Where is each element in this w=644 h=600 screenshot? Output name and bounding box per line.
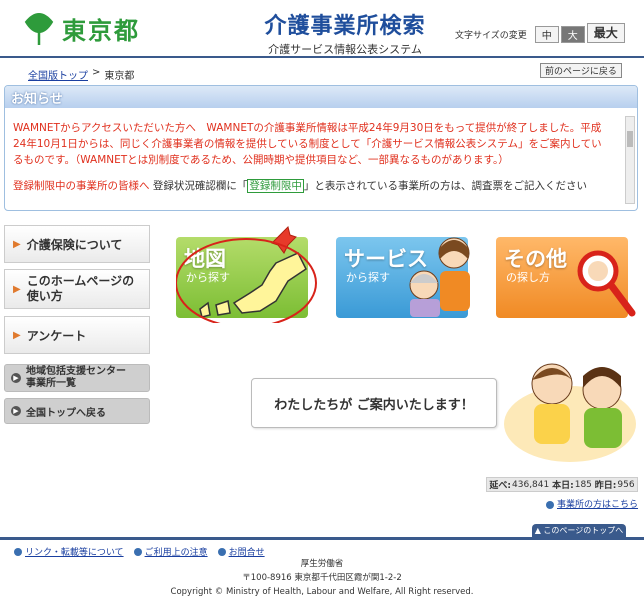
menu-kaigo-label: 介護保険について [26,237,123,252]
page-top-label: このページのトップへ [543,526,624,535]
notice-restricted-link[interactable]: 登録制限中の事業所の皆様へ [13,180,150,192]
notice-restricted-desc-a: 登録状況確認欄に「 [152,180,248,192]
page-top-button[interactable]: ▲ このページのトップへ [532,524,626,537]
arrow-up-icon: ▲ [534,526,544,535]
bullet-icon [546,500,554,509]
menu-survey[interactable]: ▶ アンケート [4,316,150,354]
other-tile-sub: の探し方 [506,271,550,284]
menu-center-label: 地域包括支援センター 事業所一覧 [26,366,126,390]
guide-message: わたしたちが ご案内いたします！ [274,397,474,413]
visitor-counter: 延べ: 436,841 本日: 185 昨日: 956 [486,477,638,492]
logo-text: 東京都 [62,16,140,45]
notice-wamnet-text: WAMNETからアクセスいただいた方へ WAMNETの介護事業所情報は平成24年… [13,122,602,166]
footer-info: 厚生労働省 〒100-8916 東京都千代田区霞が関1-2-2 Copyrigh… [0,557,644,599]
menu-center-line1: 地域包括支援センター [26,366,126,377]
business-operator-link-text: 事業所の方はこちら [557,500,639,510]
menu-home-label: 全国トップへ戻る [26,407,106,419]
bullet-icon [217,547,226,556]
footer-address: 〒100-8916 東京都千代田区霞が関1-2-2 [242,573,402,583]
menu-support-center[interactable]: ▶ 地域包括支援センター 事業所一覧 [4,364,150,392]
footer-ministry: 厚生労働省 [300,559,344,569]
scrollbar-thumb[interactable] [627,131,633,147]
bullet-icon [133,547,142,556]
site-title-main: 介護事業所検索 [264,14,426,39]
triangle-right-icon: ▶ [13,238,21,250]
notice-body: WAMNETからアクセスいただいた方へ WAMNETの介護事業所情報は平成24年… [5,108,637,194]
counter-yesterday: 956 [617,479,635,490]
font-size-medium-button[interactable]: 中 [534,26,559,43]
font-size-switcher: 文字サイズの変更 中 大 最大 [455,22,625,43]
arrow-right-icon: ▶ [11,406,21,416]
menu-howto-line2: 使い方 [26,289,63,303]
other-search-tile[interactable]: その他 の探し方 [496,237,636,318]
magnifier-icon [577,250,636,317]
search-by-map-tile[interactable]: 地図 から探す [176,226,317,323]
menu-center-line2: 事業所一覧 [26,378,76,389]
breadcrumb-separator: > [92,67,101,78]
site-title-sub: 介護サービス情報公表システム [268,43,422,56]
triangle-right-icon: ▶ [13,283,21,295]
counter-today-label: 本日: [552,481,574,491]
back-button[interactable]: 前のページに戻る [540,63,622,78]
footer-copyright: Copyright © Ministry of Health, Labour a… [170,587,474,597]
menu-back-home[interactable]: ▶ 全国トップへ戻る [4,398,150,424]
site-header: 東京都 介護事業所検索 介護サービス情報公表システム 文字サイズの変更 中 大 … [0,0,644,58]
font-size-large-button[interactable]: 大 [560,26,585,43]
menu-howto[interactable]: ▶ このホームページの 使い方 [4,269,150,309]
footer-divider [0,537,644,540]
notice-restricted-text: 登録制限中の事業所の皆様へ 登録状況確認欄に「 登録制限中 」と表示されている事業所… [13,178,607,194]
breadcrumb-current: 東京都 [104,71,135,82]
font-size-label: 文字サイズの変更 [455,31,527,41]
business-operator-link[interactable]: 事業所の方はこちら [546,497,638,510]
counter-yesterday-label: 昨日: [594,481,617,491]
menu-survey-label: アンケート [26,328,87,343]
japan-map-icon [176,226,317,323]
counter-total: 436,841 [512,479,550,490]
menu-kaigo-insurance[interactable]: ▶ 介護保険について [4,225,150,263]
triangle-right-icon: ▶ [13,329,21,341]
menu-howto-label: このホームページの 使い方 [27,274,134,304]
breadcrumb-home-link[interactable]: 全国版トップ [28,67,88,82]
service-tile-sub: から探す [346,271,390,284]
arrow-right-icon: ▶ [11,373,21,383]
caregiver-illustration [409,237,470,317]
notice-restricted-desc-b: 」と表示されている事業所の方は、調査票をご記入ください [303,180,588,192]
guide-speech-bubble: わたしたちが ご案内いたします！ [251,378,497,428]
guide-characters-illustration [504,363,636,462]
search-by-service-tile[interactable]: サービス から探す [336,237,470,318]
ginkgo-leaf-icon [24,13,54,45]
notice-heading: お知らせ [5,86,637,108]
notice-box: お知らせ WAMNETからアクセスいただいた方へ WAMNETの介護事業所情報は… [4,85,638,211]
restricted-status-badge: 登録制限中 [247,179,304,193]
bullet-icon [14,547,22,556]
site-title: 介護事業所検索 介護サービス情報公表システム [240,8,450,57]
counter-today: 185 [574,479,592,490]
tokyo-logo[interactable]: 東京都 [22,10,140,46]
counter-total-label: 延べ: [489,481,512,491]
breadcrumb: 全国版トップ > 東京都 [28,67,134,82]
menu-howto-line1: このホームページの [26,274,135,288]
font-size-max-button[interactable]: 最大 [586,22,625,43]
notice-scrollbar[interactable] [625,116,635,204]
